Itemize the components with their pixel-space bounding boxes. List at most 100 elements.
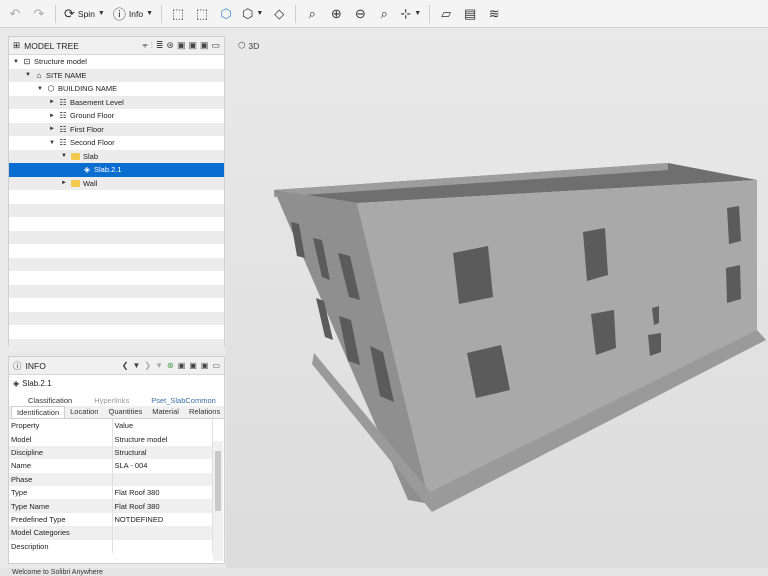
tree-row-label: Second Floor: [70, 138, 115, 148]
storey-view-icon[interactable]: ≣: [156, 40, 164, 51]
spin-button[interactable]: ⟳ Spin ▼: [61, 3, 108, 25]
model-tree-title: MODEL TREE: [24, 40, 79, 51]
tree-row[interactable]: ► Wall: [9, 176, 224, 190]
property-name: Discipline: [9, 445, 113, 460]
floor-plan-icon[interactable]: ▱: [435, 3, 457, 25]
tab-quantities[interactable]: Quantities: [103, 406, 147, 418]
spatial-view-icon[interactable]: ⫶: [151, 40, 153, 51]
property-row[interactable]: Model Structure model: [9, 432, 213, 446]
model-tree-panel: ⊞ MODEL TREE ⫧ ⫶ ≣ ⊛ ▣ ▣ ▣ ▭ ▼ ⊡ Structure…: [8, 36, 225, 352]
property-value: [112, 539, 213, 553]
zoom-out-icon[interactable]: ⊖: [349, 3, 371, 25]
tree-row-label: Slab.2.1: [94, 165, 122, 175]
chevron-down-icon[interactable]: ▼: [133, 361, 141, 370]
expand-toggle-icon[interactable]: ▼: [48, 140, 56, 146]
expand-toggle-icon[interactable]: ▼: [12, 59, 20, 65]
tab-relations[interactable]: Relations: [184, 406, 225, 418]
property-row[interactable]: Name SLA - 004: [9, 459, 213, 473]
collapse-toggle-icon[interactable]: ►: [60, 180, 68, 186]
chevron-down-icon[interactable]: ▼: [155, 361, 163, 370]
link-selection-icon[interactable]: ⊛: [167, 361, 174, 370]
tab-identification[interactable]: Identification: [11, 406, 66, 418]
zoom-fit-icon[interactable]: ⌕: [301, 3, 323, 25]
tree-row[interactable]: ◈ Slab.2.1: [9, 163, 224, 177]
property-row[interactable]: Type Name Flat Roof 380: [9, 499, 213, 513]
column-header-property: Property: [9, 419, 113, 433]
tree-row[interactable]: ► ☷ Ground Floor: [9, 109, 224, 123]
tree-row-empty: [9, 325, 224, 339]
tree-row[interactable]: ▼ Slab: [9, 149, 224, 163]
tree-row-empty: [9, 284, 224, 298]
expand-toggle-icon[interactable]: ▼: [36, 86, 44, 92]
info-button[interactable]: ⓘ Info ▼: [110, 3, 156, 25]
hide-icon[interactable]: ⬚: [191, 3, 213, 25]
tree-row-label: First Floor: [70, 124, 104, 134]
tree-row[interactable]: ▼ ☷ Second Floor: [9, 136, 224, 150]
show-all-icon[interactable]: ⬚: [167, 3, 189, 25]
section-box-icon[interactable]: ◇: [268, 3, 290, 25]
visible-icon[interactable]: ▣: [178, 361, 186, 370]
redo-icon[interactable]: ↷: [28, 3, 50, 25]
tab-location[interactable]: Location: [65, 406, 103, 418]
info-scrollbar[interactable]: [213, 441, 223, 561]
tab-hyperlinks[interactable]: Hyperlinks: [89, 395, 134, 406]
hidden-icon[interactable]: ▣: [189, 361, 197, 370]
panel-window-icon[interactable]: ▭: [212, 361, 220, 370]
map-icon[interactable]: ▤: [459, 3, 481, 25]
transparent-icon[interactable]: ▣: [200, 40, 209, 51]
transparent-icon[interactable]: ▣: [201, 361, 209, 370]
window: [727, 206, 741, 244]
back-icon[interactable]: ❮: [122, 361, 129, 370]
zoom-selected-icon[interactable]: ⌕: [373, 3, 395, 25]
property-name: Predefined Type: [9, 512, 113, 527]
collapse-toggle-icon[interactable]: ►: [48, 99, 56, 105]
structure-model-icon: ⊡: [23, 57, 31, 67]
level-icon: ☷: [59, 97, 67, 107]
3d-viewport[interactable]: [226, 28, 768, 568]
tree-row-label: Slab: [83, 151, 99, 161]
scrollbar-thumb[interactable]: [215, 451, 221, 511]
tree-row[interactable]: ▼ ⊡ Structure model: [9, 55, 224, 69]
property-row[interactable]: Type Flat Roof 380: [9, 485, 213, 500]
collapse-toggle-icon[interactable]: ►: [48, 113, 56, 119]
property-name: Type Name: [9, 499, 113, 513]
toolbar-divider: [161, 4, 162, 23]
tree-row[interactable]: ► ☷ First Floor: [9, 122, 224, 136]
visible-icon[interactable]: ▣: [177, 40, 186, 51]
main-toolbar: ↶ ↷ ⟳ Spin ▼ ⓘ Info ▼ ⬚ ⬚ ⬡ ⬡ ▼ ◇ ⌕ ⊕ ⊖ ⌕…: [0, 0, 768, 28]
isolate-icon[interactable]: ⬡: [215, 3, 237, 25]
expand-toggle-icon[interactable]: ▼: [24, 72, 32, 78]
folder-icon: [71, 152, 80, 160]
view-cube-icon[interactable]: ⬡ ▼: [239, 3, 266, 25]
type-view-icon[interactable]: ⊛: [166, 40, 174, 51]
measure-icon[interactable]: ⊹ ▼: [397, 3, 424, 25]
tree-row-empty: [9, 230, 224, 244]
tree-row[interactable]: ► ☷ Basement Level: [9, 95, 224, 109]
property-row[interactable]: Phase: [9, 472, 213, 486]
tab-material[interactable]: Material: [147, 406, 184, 418]
property-row[interactable]: Model Categories: [9, 526, 213, 540]
hidden-icon[interactable]: ▣: [188, 40, 197, 51]
tree-row-label: BUILDING NAME: [58, 84, 118, 94]
tree-row[interactable]: ▼ ⌂ SITE NAME: [9, 68, 224, 82]
property-row[interactable]: Description: [9, 539, 213, 553]
zoom-in-icon[interactable]: ⊕: [325, 3, 347, 25]
property-value: Flat Roof 380: [112, 499, 213, 513]
panel-window-icon[interactable]: ▭: [211, 40, 220, 51]
tab-pset-slabcommon[interactable]: Pset_SlabCommon: [146, 395, 221, 406]
property-row[interactable]: Discipline Structural: [9, 445, 213, 460]
forward-icon[interactable]: ❯: [144, 361, 151, 370]
tree-row-empty: [9, 298, 224, 312]
layers-icon[interactable]: ≋: [483, 3, 505, 25]
tree-row-label: Ground Floor: [70, 111, 115, 121]
expand-toggle-icon[interactable]: ▼: [60, 153, 68, 159]
tab-classification[interactable]: Classification: [23, 395, 77, 406]
tree-row[interactable]: ▼ ⬡ BUILDING NAME: [9, 82, 224, 96]
window: [453, 246, 493, 304]
property-row[interactable]: Predefined Type NOTDEFINED: [9, 512, 213, 527]
info-tabs-row1: Classification Hyperlinks Pset_SlabCommo…: [9, 395, 224, 406]
collapse-toggle-icon[interactable]: ►: [48, 126, 56, 132]
tree-view-icon[interactable]: ⫧: [143, 40, 148, 51]
undo-icon[interactable]: ↶: [4, 3, 26, 25]
building-model[interactable]: [226, 28, 768, 568]
